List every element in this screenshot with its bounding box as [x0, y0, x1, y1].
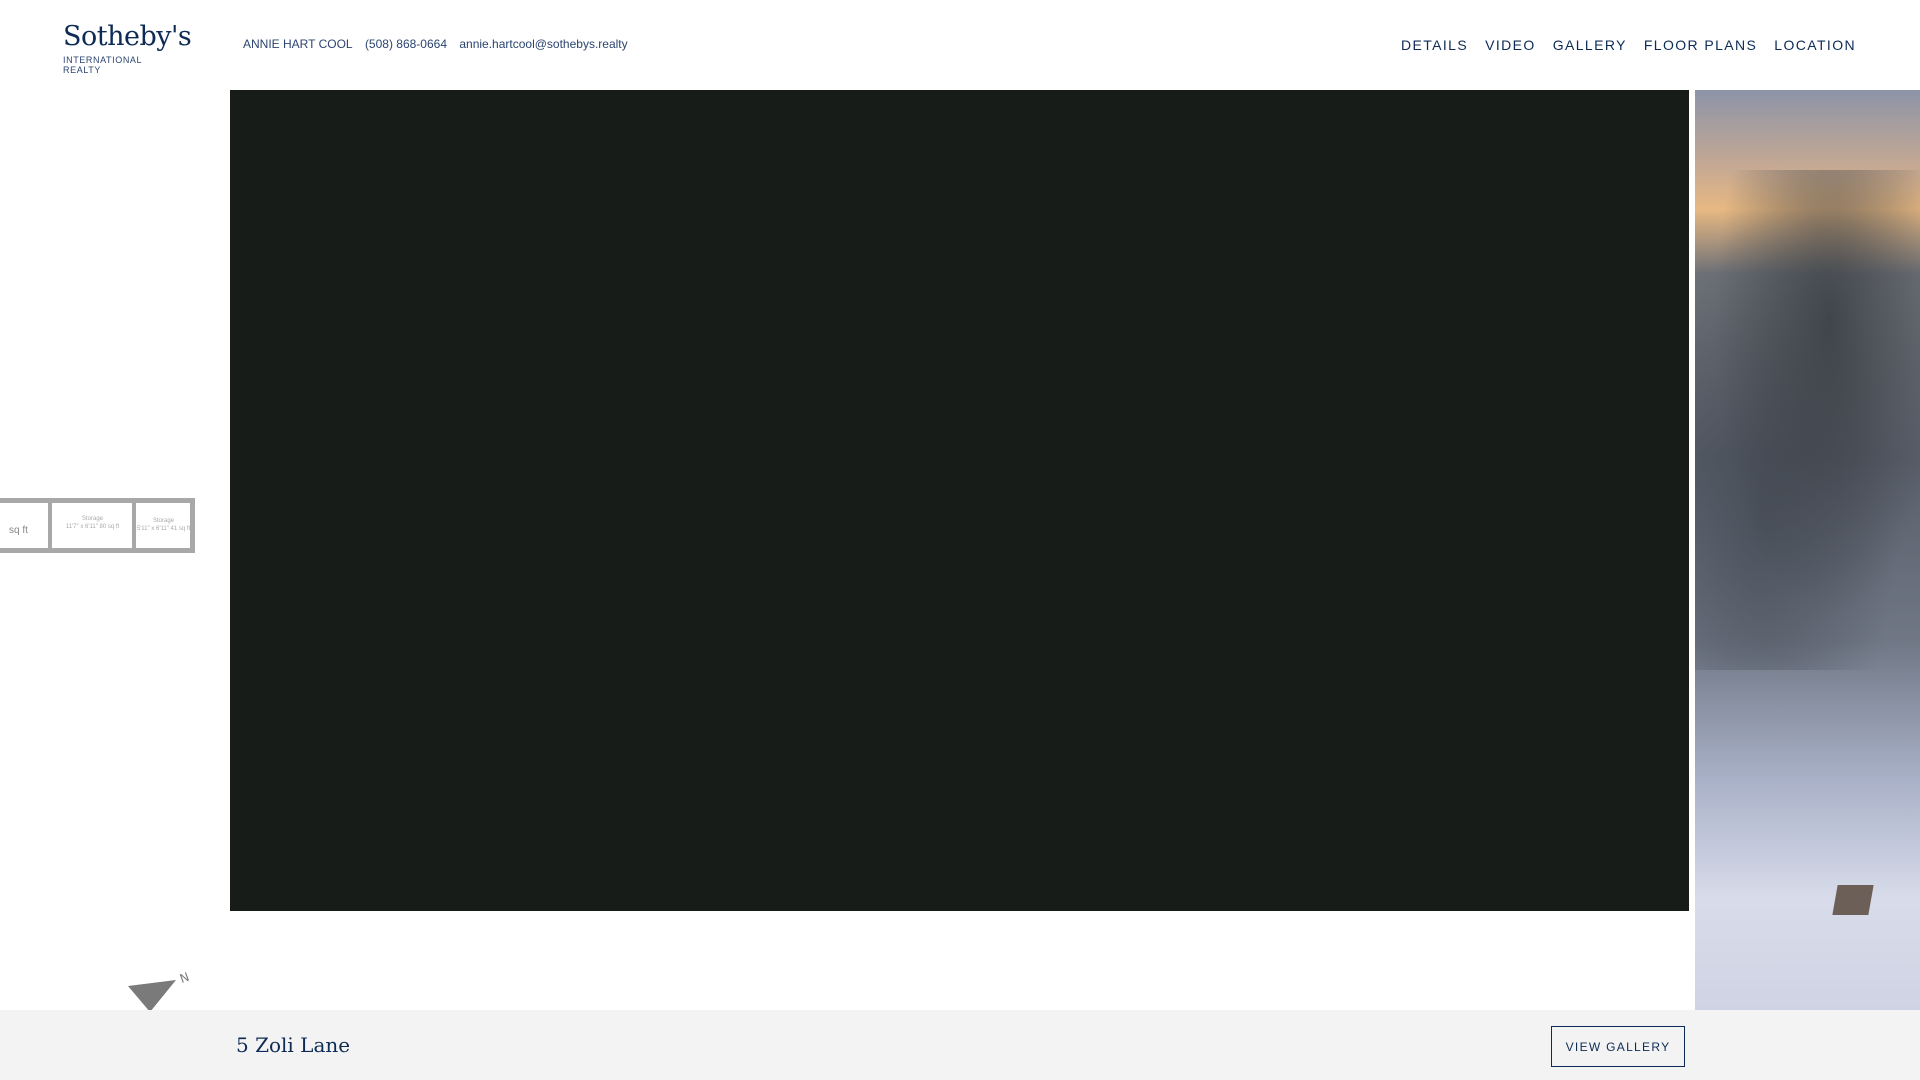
floorplan-wall: [48, 503, 52, 548]
room-storage-2: Storage 5'11" x 6'11" 41 sq ft: [136, 517, 191, 533]
nav-location[interactable]: LOCATION: [1774, 37, 1856, 53]
view-gallery-button[interactable]: VIEW GALLERY: [1551, 1026, 1685, 1067]
agent-name: ANNIE HART COOL: [243, 37, 353, 51]
logo-name: Sotheby's: [63, 21, 192, 52]
agent-phone[interactable]: (508) 868-0664: [365, 37, 447, 51]
nav-details[interactable]: DETAILS: [1401, 37, 1468, 53]
nav-video[interactable]: VIDEO: [1485, 37, 1536, 53]
room-size: 5'11" x 6'11" 41 sq ft: [136, 526, 191, 532]
gallery-photo-preview[interactable]: [1695, 90, 1920, 1010]
room-name: Storage: [81, 516, 103, 522]
room-size: sq ft: [9, 525, 28, 536]
nav-floor-plans[interactable]: FLOOR PLANS: [1644, 37, 1757, 53]
nav-gallery[interactable]: GALLERY: [1553, 37, 1627, 53]
room-name: Storage: [152, 518, 174, 524]
compass-label: N: [178, 970, 191, 986]
sothebys-logo[interactable]: Sotheby's INTERNATIONAL REALTY: [63, 21, 192, 76]
agent-email[interactable]: annie.hartcool@sothebys.realty: [459, 37, 627, 51]
logo-subtitle: INTERNATIONAL REALTY: [63, 55, 142, 75]
room-storage-1: Storage 11'7" x 6'11" 80 sq ft: [55, 515, 130, 531]
room-size: 11'7" x 6'11" 80 sq ft: [65, 524, 120, 530]
photo-cabin: [1832, 885, 1874, 915]
agent-contact: ANNIE HART COOL (508) 868-0664 annie.har…: [243, 37, 637, 51]
site-header: Sotheby's INTERNATIONAL REALTY ANNIE HAR…: [0, 0, 1920, 90]
photo-trees: [1695, 170, 1920, 670]
video-player[interactable]: [230, 90, 1689, 911]
floor-plan-preview[interactable]: sq ft Storage 11'7" x 6'11" 80 sq ft Sto…: [0, 498, 195, 553]
main-nav: DETAILS VIDEO GALLERY FLOOR PLANS LOCATI…: [1401, 37, 1856, 53]
property-address: 5 Zoli Lane: [236, 1033, 351, 1057]
